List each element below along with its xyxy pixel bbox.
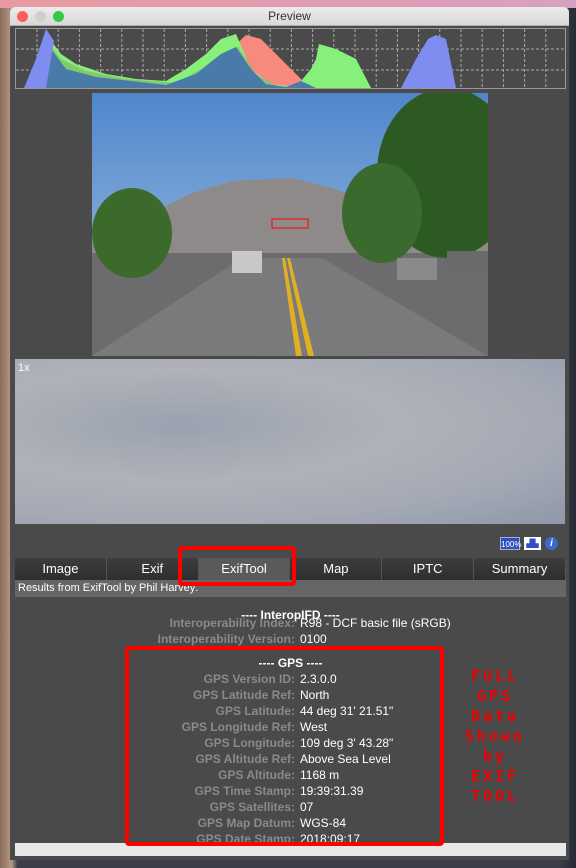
tab-iptc[interactable]: IPTC — [382, 558, 475, 580]
title-bar: Preview — [10, 7, 569, 26]
zoom-level-label: 1x — [18, 362, 30, 374]
tab-image[interactable]: Image — [15, 558, 107, 580]
field-value: 0100 — [300, 632, 327, 646]
zoom-loupe-panel: 1x — [15, 359, 565, 524]
field-label: Interoperability Version: — [157, 632, 295, 646]
minimize-button[interactable] — [35, 11, 46, 22]
histogram-icon[interactable]: ▟▙ — [524, 537, 541, 550]
histogram — [15, 28, 566, 89]
photo-preview[interactable] — [92, 93, 488, 356]
close-button[interactable] — [17, 11, 28, 22]
field-label: Interoperability Index: — [169, 616, 295, 630]
histogram-blue-peak — [401, 35, 456, 88]
annotation-line: EXIF — [470, 767, 520, 785]
annotation-line: by — [482, 747, 508, 765]
actual-size-icon[interactable]: 100% — [500, 537, 522, 550]
interop-row: Interoperability Version: 0100 — [15, 631, 566, 647]
window-title: Preview — [268, 9, 311, 23]
annotation-line: Shown — [464, 727, 526, 745]
tab-map[interactable]: Map — [290, 558, 383, 580]
info-icon[interactable]: i — [545, 537, 558, 550]
tab-summary[interactable]: Summary — [474, 558, 566, 580]
exiftool-tab-highlight — [178, 546, 296, 586]
actual-size-label: 100% — [501, 540, 522, 549]
info-label: i — [550, 538, 553, 549]
annotation-line: TOOL — [470, 787, 520, 805]
field-value: R98 - DCF basic file (sRGB) — [300, 616, 451, 630]
gps-data-highlight — [125, 646, 444, 846]
annotation-line: Data — [470, 707, 520, 725]
zoom-button[interactable] — [53, 11, 64, 22]
annotation-line: GPS — [476, 687, 514, 705]
annotation-text: FULL GPS Data Shown by EXIF TOOL — [455, 666, 535, 806]
annotation-line: FULL — [470, 667, 520, 685]
interop-row: Interoperability Index: R98 - DCF basic f… — [15, 615, 566, 631]
